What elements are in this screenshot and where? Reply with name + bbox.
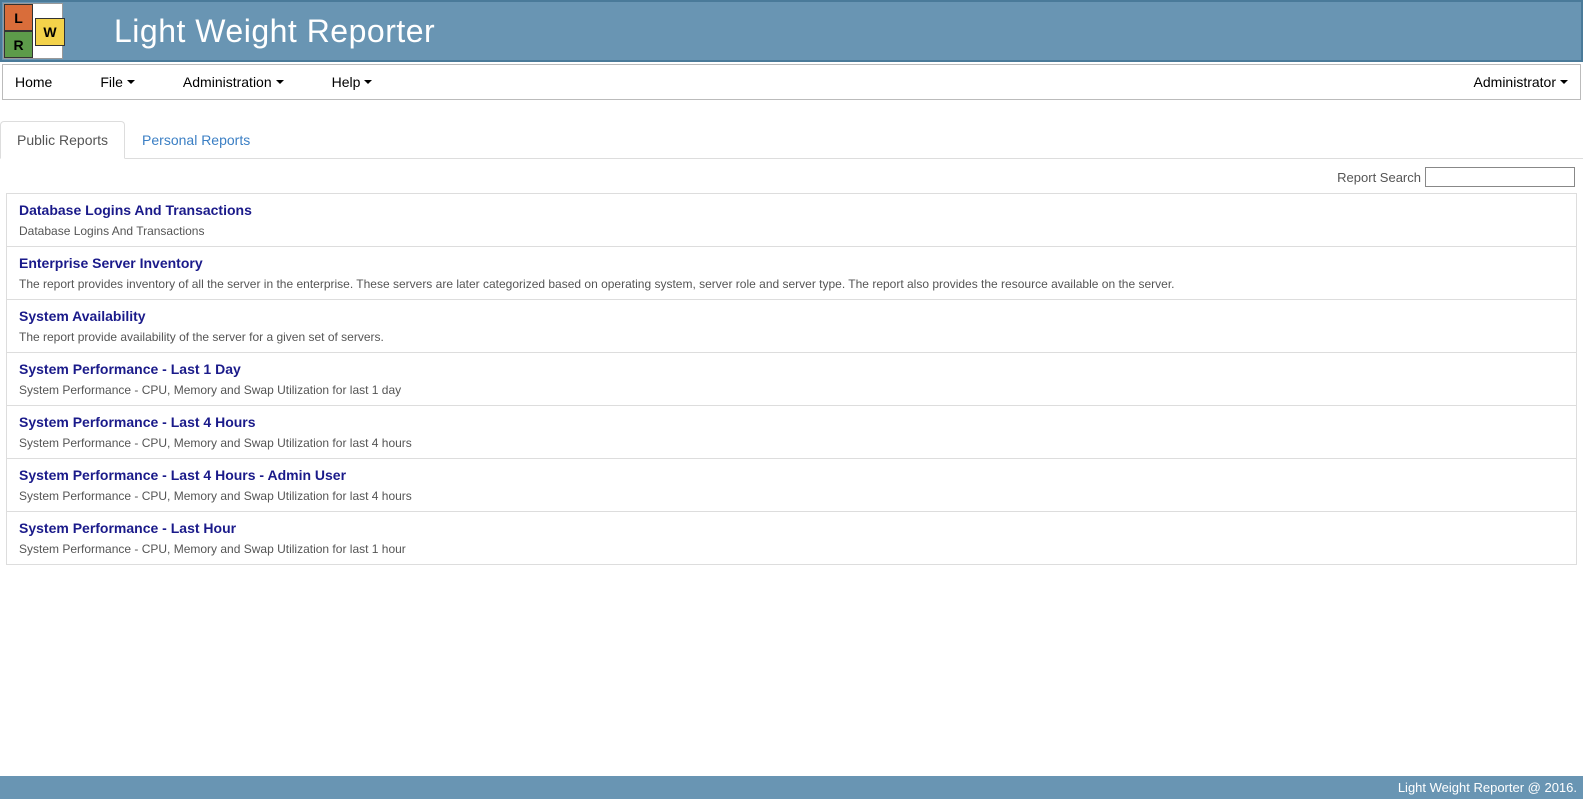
- report-desc: The report provides inventory of all the…: [19, 277, 1564, 291]
- app-title: Light Weight Reporter: [114, 13, 435, 50]
- footer: Light Weight Reporter @ 2016.: [0, 776, 1583, 799]
- search-row: Report Search: [0, 159, 1583, 191]
- menu-bar: Home File Administration Help Administra…: [2, 64, 1581, 100]
- report-title-link[interactable]: Database Logins And Transactions: [19, 202, 252, 218]
- menu-admin-label: Administration: [183, 74, 272, 90]
- report-desc: Database Logins And Transactions: [19, 224, 1564, 238]
- : Report Search: [1337, 170, 1421, 185]
- report-title-link[interactable]: Enterprise Server Inventory: [19, 255, 203, 271]
- menu-user-label: Administrator: [1474, 74, 1556, 90]
- tab-public-label: Public Reports: [17, 132, 108, 148]
- menu-user[interactable]: Administrator: [1474, 74, 1568, 90]
- menu-file[interactable]: File: [100, 74, 135, 90]
- report-title-link[interactable]: System Availability: [19, 308, 146, 324]
- caret-down-icon: [276, 80, 284, 84]
- menu-help[interactable]: Help: [332, 74, 373, 90]
- menu-file-label: File: [100, 74, 123, 90]
- report-title-link[interactable]: System Performance - Last 4 Hours: [19, 414, 256, 430]
- report-item: System Performance - Last 4 Hours System…: [7, 406, 1576, 459]
- tabs: Public Reports Personal Reports: [0, 120, 1583, 159]
- report-desc: The report provide availability of the s…: [19, 330, 1564, 344]
- caret-down-icon: [127, 80, 135, 84]
- report-desc: System Performance - CPU, Memory and Swa…: [19, 489, 1564, 503]
- report-item: System Performance - Last Hour System Pe…: [7, 512, 1576, 564]
- menu-help-label: Help: [332, 74, 361, 90]
- logo-tile-w: W: [35, 18, 65, 46]
- report-item: System Performance - Last 4 Hours - Admi…: [7, 459, 1576, 512]
- report-item: System Availability The report provide a…: [7, 300, 1576, 353]
- menu-left: Home File Administration Help: [15, 74, 372, 90]
- tab-personal-label: Personal Reports: [142, 132, 250, 148]
- menu-home-label: Home: [15, 74, 52, 90]
- tab-personal-reports[interactable]: Personal Reports: [125, 121, 267, 159]
- report-desc: System Performance - CPU, Memory and Swa…: [19, 436, 1564, 450]
- caret-down-icon: [1560, 80, 1568, 84]
- menu-admin[interactable]: Administration: [183, 74, 284, 90]
- report-title-link[interactable]: System Performance - Last 1 Day: [19, 361, 241, 377]
- tab-public-reports[interactable]: Public Reports: [0, 121, 125, 159]
- report-search-input[interactable]: [1425, 167, 1575, 187]
- logo: L R W: [3, 3, 63, 59]
- report-list: Database Logins And Transactions Databas…: [6, 193, 1577, 565]
- report-item: Database Logins And Transactions Databas…: [7, 194, 1576, 247]
- logo-tile-l: L: [4, 4, 33, 31]
- report-desc: System Performance - CPU, Memory and Swa…: [19, 542, 1564, 556]
- report-desc: System Performance - CPU, Memory and Swa…: [19, 383, 1564, 397]
- caret-down-icon: [364, 80, 372, 84]
- menu-home[interactable]: Home: [15, 74, 52, 90]
- logo-tile-r: R: [4, 31, 33, 58]
- report-title-link[interactable]: System Performance - Last Hour: [19, 520, 236, 536]
- footer-text: Light Weight Reporter @ 2016.: [1398, 780, 1577, 795]
- report-item: Enterprise Server Inventory The report p…: [7, 247, 1576, 300]
- header: L R W Light Weight Reporter: [0, 0, 1583, 62]
- report-title-link[interactable]: System Performance - Last 4 Hours - Admi…: [19, 467, 346, 483]
- report-item: System Performance - Last 1 Day System P…: [7, 353, 1576, 406]
